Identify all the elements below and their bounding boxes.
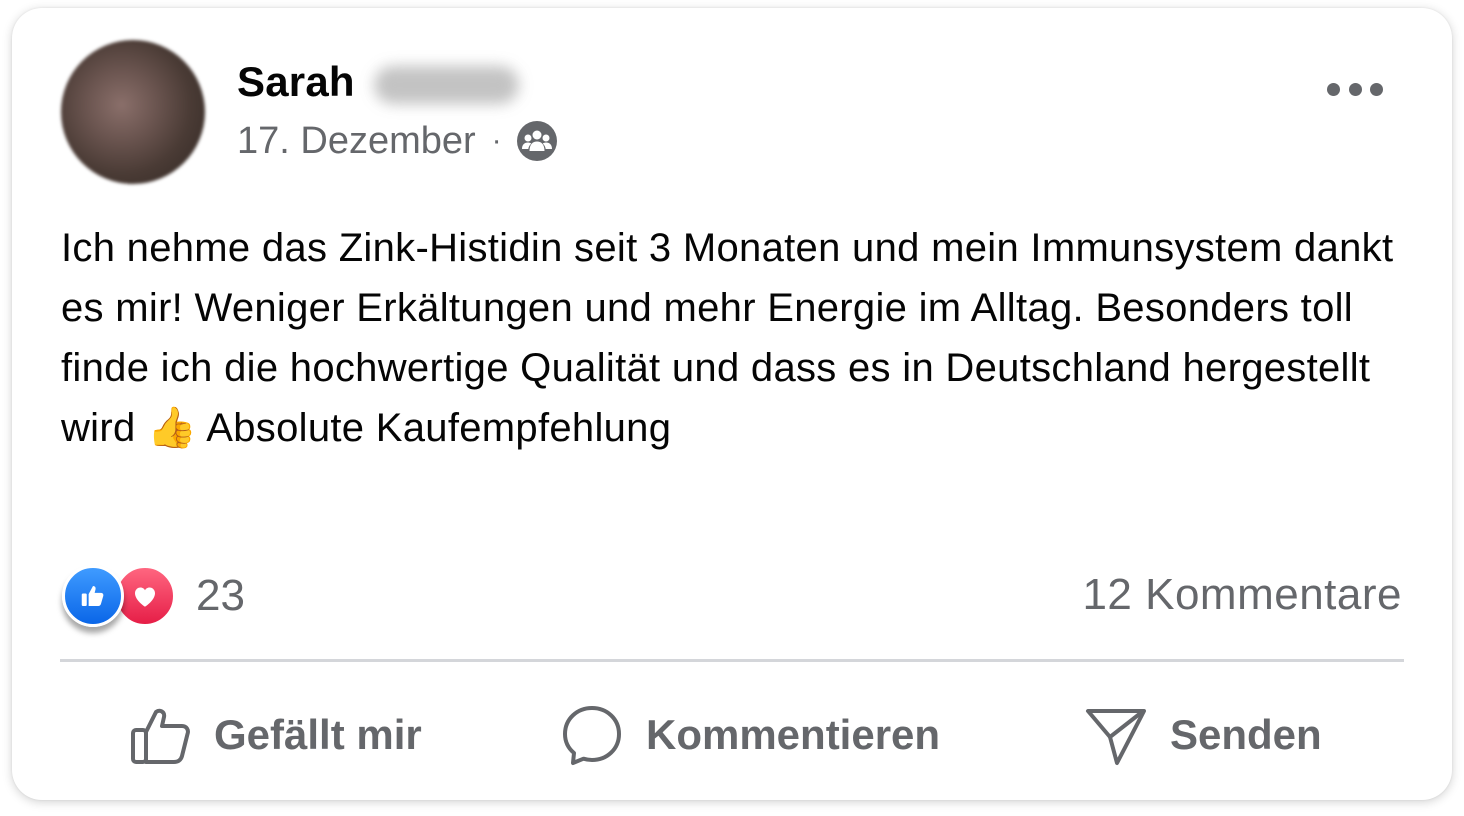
like-button-label: Gefällt mir	[214, 711, 422, 758]
divider	[60, 659, 1404, 662]
post-card: Sarah 17. Dezember · Ich nehme das Zink-…	[12, 8, 1452, 800]
thumbs-up-icon	[131, 708, 190, 764]
send-icon	[1086, 709, 1146, 765]
meta-separator: ·	[491, 124, 502, 157]
avatar[interactable]	[61, 40, 205, 184]
post-text: Ich nehme das Zink-Histidin seit 3 Monat…	[61, 226, 1394, 450]
comment-count-link[interactable]: 12 Kommentare	[1082, 570, 1402, 620]
reaction-count: 23	[196, 571, 245, 620]
author-name[interactable]: Sarah	[237, 58, 355, 106]
author-surname-redacted	[374, 66, 519, 104]
post-date[interactable]: 17. Dezember	[237, 120, 476, 163]
more-dot	[1370, 82, 1383, 96]
more-options-icon[interactable]	[1327, 74, 1383, 104]
friends-icon[interactable]	[516, 120, 558, 162]
more-dot	[1327, 82, 1340, 96]
comment-bubble-icon	[563, 706, 621, 765]
like-button[interactable]: Gefällt mir	[130, 700, 422, 770]
post-meta: 17. Dezember ·	[237, 116, 558, 166]
send-button-label: Senden	[1170, 711, 1322, 758]
comment-button-label: Kommentieren	[646, 711, 941, 758]
send-button[interactable]: Senden	[1084, 700, 1322, 770]
like-icon	[62, 565, 124, 627]
more-dot	[1348, 82, 1362, 96]
comment-button[interactable]: Kommentieren	[560, 700, 940, 770]
reaction-summary[interactable]: 23	[62, 565, 245, 627]
